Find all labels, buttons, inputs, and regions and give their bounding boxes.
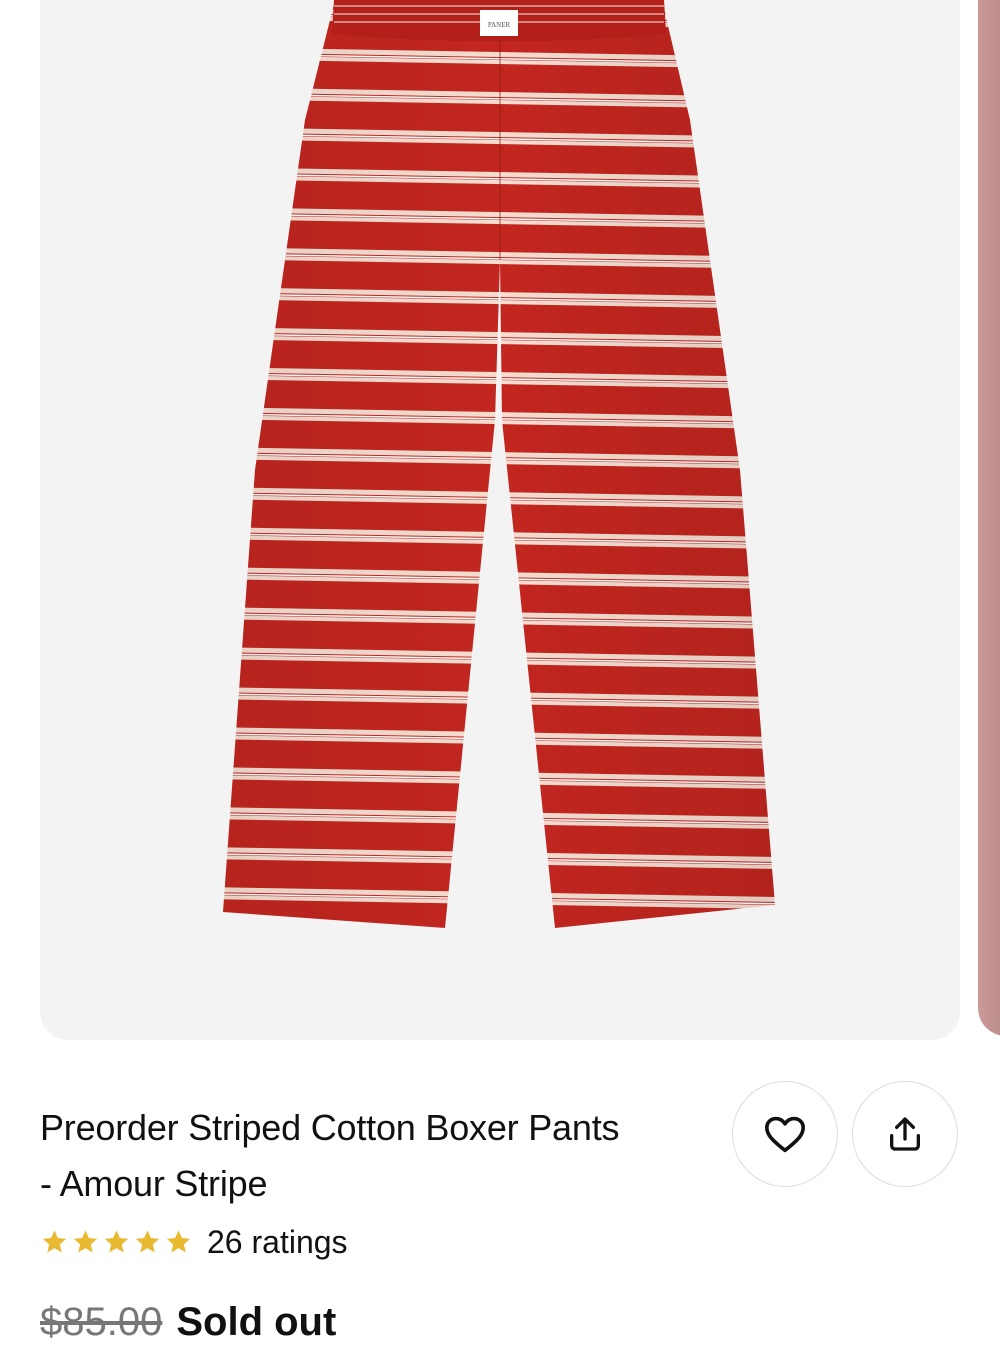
star-icon	[104, 1230, 129, 1253]
star-icon	[73, 1230, 98, 1253]
next-image-preview[interactable]	[978, 0, 1000, 1036]
product-title-line-1: Preorder Striped Cotton Boxer Pants	[40, 1107, 620, 1148]
star-icon	[166, 1230, 191, 1253]
product-title-line-2: - Amour Stripe	[40, 1163, 268, 1204]
star-rating	[40, 1228, 193, 1256]
favorite-button[interactable]	[732, 1081, 838, 1187]
brand-label-text: PANER	[488, 21, 511, 29]
rating-summary[interactable]: 26 ratings	[40, 1220, 348, 1264]
rating-count: 26 ratings	[207, 1223, 348, 1260]
product-image-gallery[interactable]: PANER	[40, 0, 960, 1040]
price-row: $85.00 Sold out	[40, 1300, 336, 1345]
star-icon	[42, 1230, 67, 1253]
share-icon	[890, 1117, 920, 1151]
original-price: $85.00	[40, 1300, 163, 1344]
product-image: PANER	[223, 0, 775, 928]
share-button[interactable]	[852, 1081, 958, 1187]
stock-status: Sold out	[176, 1300, 337, 1344]
star-icon	[135, 1230, 160, 1253]
product-title: Preorder Striped Cotton Boxer Pants - Am…	[40, 1100, 710, 1212]
heart-icon	[764, 1116, 805, 1153]
